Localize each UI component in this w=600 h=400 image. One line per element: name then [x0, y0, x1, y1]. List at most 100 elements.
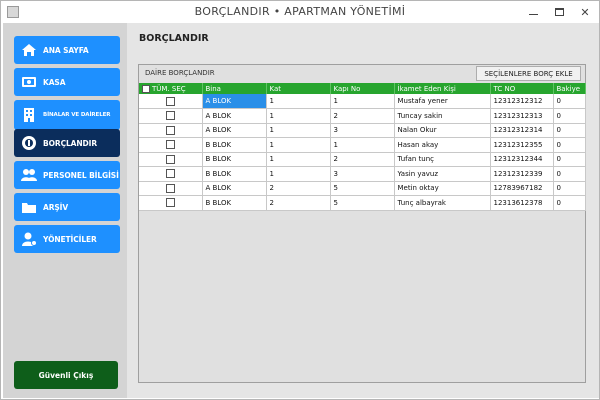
cell-bakiye[interactable]: 0 — [553, 94, 586, 109]
title-bar: BORÇLANDIR • APARTMAN YÖNETİMİ ✕ — [1, 1, 599, 23]
cell-bina[interactable]: A BLOK — [202, 123, 267, 138]
cell-bina[interactable]: B BLOK — [202, 137, 267, 153]
cell-tc-no[interactable]: 12312312344 — [490, 152, 554, 167]
row-checkbox[interactable] — [165, 111, 175, 121]
cell-kapi-no[interactable]: 3 — [330, 166, 395, 182]
cell-kapi-no[interactable]: 3 — [330, 123, 395, 138]
row-select-cell[interactable] — [139, 123, 203, 138]
select-all-header[interactable]: TÜM. SEÇ — [139, 83, 203, 94]
cell-ikamet[interactable]: Tunç albayrak — [394, 195, 491, 211]
row-select-cell[interactable] — [139, 181, 203, 196]
cell-bakiye[interactable]: 0 — [553, 137, 586, 153]
close-button[interactable]: ✕ — [572, 1, 598, 23]
cell-kat[interactable]: 1 — [266, 108, 331, 124]
cell-bakiye[interactable]: 0 — [553, 195, 586, 211]
table-row[interactable]: A BLOK 1 3 Nalan Okur 12312312314 0 — [139, 123, 586, 138]
row-select-cell[interactable] — [139, 195, 203, 211]
cell-tc-no[interactable]: 12312312312 — [490, 94, 554, 109]
row-checkbox[interactable] — [165, 96, 175, 106]
cell-tc-no[interactable]: 12312312355 — [490, 137, 554, 153]
sidebar-item-yoneticiler[interactable]: YÖNETİCİLER — [14, 225, 120, 253]
row-checkbox[interactable] — [165, 169, 175, 179]
row-checkbox[interactable] — [165, 198, 175, 208]
cell-bina[interactable]: A BLOK — [202, 94, 267, 109]
cell-kat[interactable]: 1 — [266, 166, 331, 182]
cell-tc-no[interactable]: 12312312313 — [490, 108, 554, 124]
sidebar-item-binalar[interactable]: BİNALAR VE DAİRELER — [14, 100, 120, 130]
debt-panel: DAİRE BORÇLANDIR SEÇİLENLERE BORÇ EKLE T… — [138, 64, 586, 383]
cell-tc-no[interactable]: 12312312339 — [490, 166, 554, 182]
cell-kat[interactable]: 2 — [266, 181, 331, 196]
cell-bina[interactable]: A BLOK — [202, 181, 267, 196]
row-select-cell[interactable] — [139, 94, 203, 109]
page-title: BORÇLANDIR — [139, 33, 209, 44]
sidebar-item-ana-sayfa[interactable]: ANA SAYFA — [14, 36, 120, 64]
cell-bakiye[interactable]: 0 — [553, 108, 586, 124]
cell-ikamet[interactable]: Yasin yavuz — [394, 166, 491, 182]
minimize-icon — [528, 13, 538, 15]
cell-kapi-no[interactable]: 2 — [330, 152, 395, 167]
column-header-kapi-no[interactable]: Kapı No — [330, 83, 395, 94]
cell-kat[interactable]: 1 — [266, 94, 331, 109]
column-header-kat[interactable]: Kat — [266, 83, 331, 94]
cell-ikamet[interactable]: Nalan Okur — [394, 123, 491, 138]
row-checkbox[interactable] — [165, 154, 175, 164]
cell-ikamet[interactable]: Tuncay sakin — [394, 108, 491, 124]
cell-bina[interactable]: B BLOK — [202, 152, 267, 167]
minimize-button[interactable] — [520, 1, 546, 23]
cell-bakiye[interactable]: 0 — [553, 152, 586, 167]
cell-kapi-no[interactable]: 2 — [330, 108, 395, 124]
maximize-button[interactable] — [546, 1, 572, 23]
cell-bina[interactable]: A BLOK — [202, 108, 267, 124]
cell-ikamet[interactable]: Metin oktay — [394, 181, 491, 196]
cell-tc-no[interactable]: 12783967182 — [490, 181, 554, 196]
sidebar-item-arsiv[interactable]: ARŞİV — [14, 193, 120, 221]
table-row[interactable]: B BLOK 1 1 Hasan akay 12312312355 0 — [139, 137, 586, 153]
column-header-bina[interactable]: Bina — [202, 83, 267, 94]
assign-debt-button[interactable]: SEÇİLENLERE BORÇ EKLE — [476, 66, 581, 81]
cell-tc-no[interactable]: 12313612378 — [490, 195, 554, 211]
logout-button[interactable]: Güvenli Çıkış — [14, 361, 118, 389]
column-header-tc-no[interactable]: TC NO — [490, 83, 554, 94]
table-row[interactable]: B BLOK 1 2 Tufan tunç 12312312344 0 — [139, 152, 586, 167]
cell-kapi-no[interactable]: 5 — [330, 195, 395, 211]
table-row[interactable]: A BLOK 2 5 Metin oktay 12783967182 0 — [139, 181, 586, 196]
cell-ikamet[interactable]: Mustafa yener — [394, 94, 491, 109]
row-select-cell[interactable] — [139, 108, 203, 124]
cell-kat[interactable]: 1 — [266, 152, 331, 167]
row-checkbox[interactable] — [165, 140, 175, 150]
sidebar-item-borclandir[interactable]: BORÇLANDIR — [14, 129, 120, 157]
table-row[interactable]: A BLOK 1 2 Tuncay sakin 12312312313 0 — [139, 108, 586, 124]
row-select-cell[interactable] — [139, 137, 203, 153]
cell-bina[interactable]: B BLOK — [202, 166, 267, 182]
sidebar-item-kasa[interactable]: KASA — [14, 68, 120, 96]
cell-bakiye[interactable]: 0 — [553, 166, 586, 182]
cell-kapi-no[interactable]: 1 — [330, 94, 395, 109]
row-checkbox[interactable] — [165, 125, 175, 135]
cell-ikamet[interactable]: Hasan akay — [394, 137, 491, 153]
cell-kat[interactable]: 1 — [266, 137, 331, 153]
panel-header: DAİRE BORÇLANDIR SEÇİLENLERE BORÇ EKLE — [139, 65, 585, 82]
sidebar-item-personel[interactable]: PERSONEL BİLGİSİ — [14, 161, 120, 189]
row-select-cell[interactable] — [139, 152, 203, 167]
cell-tc-no[interactable]: 12312312314 — [490, 123, 554, 138]
row-checkbox[interactable] — [165, 183, 175, 193]
table-row[interactable]: B BLOK 2 5 Tunç albayrak 12313612378 0 — [139, 195, 586, 211]
column-header-bakiye[interactable]: Bakiye — [553, 83, 586, 94]
select-all-checkbox[interactable] — [142, 84, 150, 93]
row-select-cell[interactable] — [139, 166, 203, 182]
app-window: BORÇLANDIR • APARTMAN YÖNETİMİ ✕ ANA SAY… — [0, 0, 600, 400]
cell-kapi-no[interactable]: 5 — [330, 181, 395, 196]
sidebar-item-label: KASA — [43, 77, 66, 87]
cell-bakiye[interactable]: 0 — [553, 123, 586, 138]
cell-kapi-no[interactable]: 1 — [330, 137, 395, 153]
cell-bina[interactable]: B BLOK — [202, 195, 267, 211]
cell-kat[interactable]: 1 — [266, 123, 331, 138]
table-row[interactable]: A BLOK 1 1 Mustafa yener 12312312312 0 — [139, 94, 586, 109]
admin-icon — [20, 230, 38, 248]
column-header-ikamet[interactable]: İkamet Eden Kişi — [394, 83, 491, 94]
cell-kat[interactable]: 2 — [266, 195, 331, 211]
cell-ikamet[interactable]: Tufan tunç — [394, 152, 491, 167]
table-row[interactable]: B BLOK 1 3 Yasin yavuz 12312312339 0 — [139, 166, 586, 182]
cell-bakiye[interactable]: 0 — [553, 181, 586, 196]
